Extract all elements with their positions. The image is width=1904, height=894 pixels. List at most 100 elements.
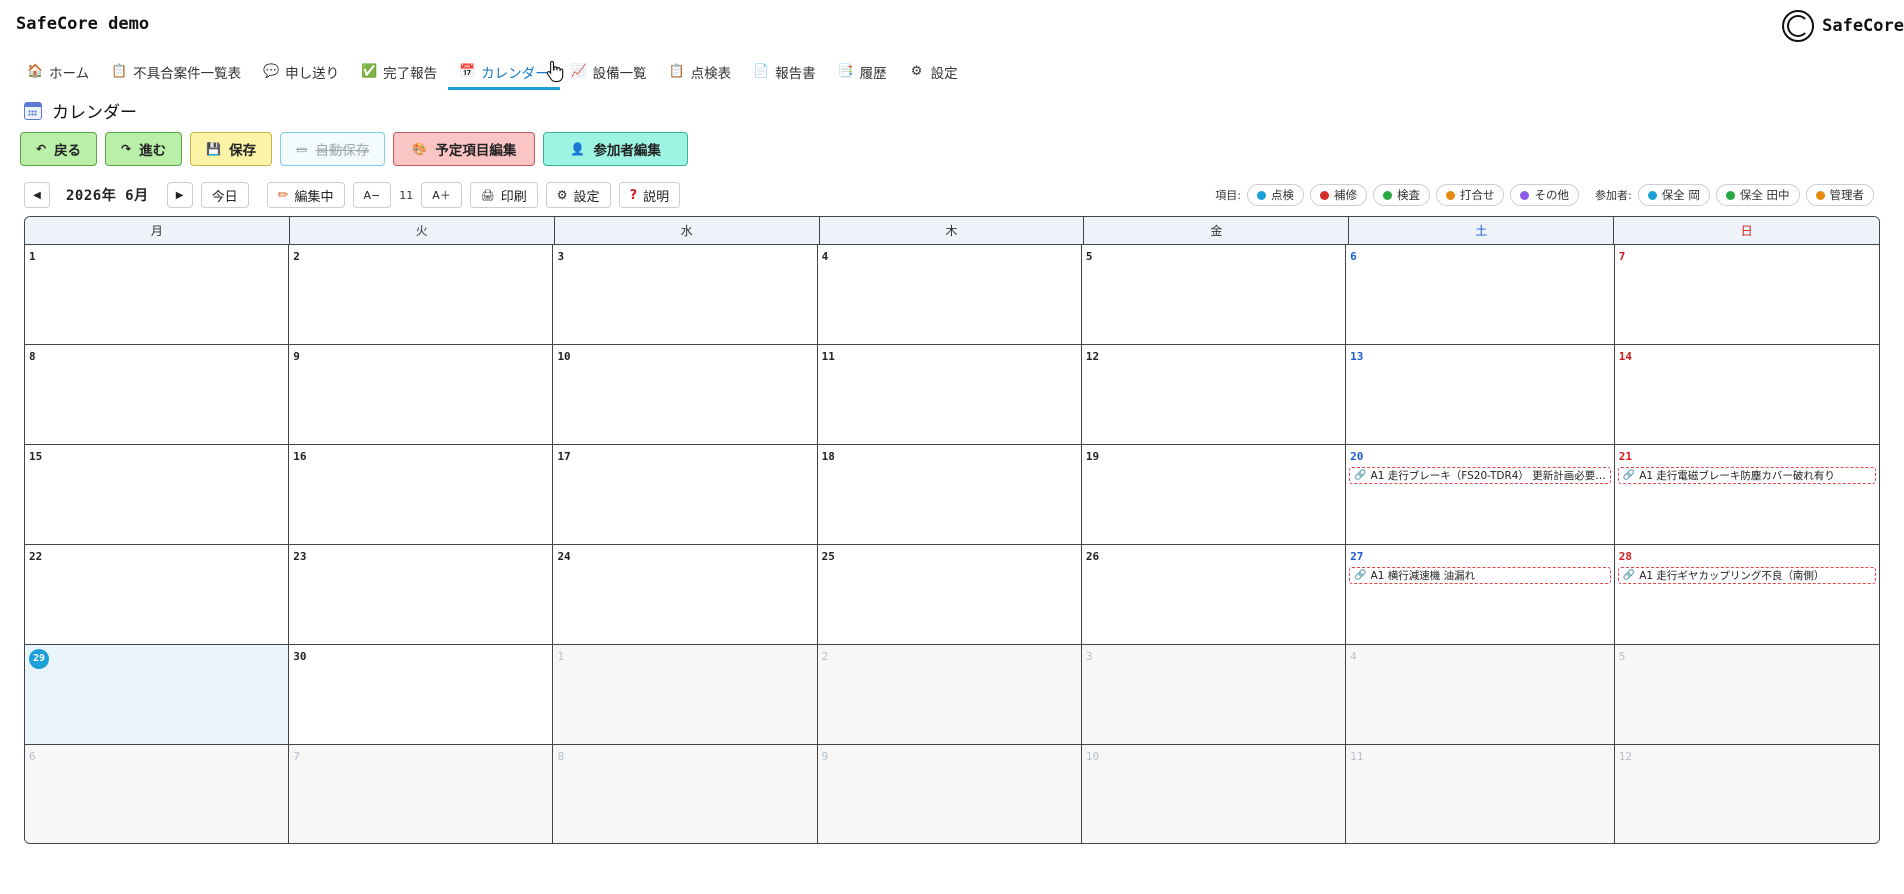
- edit-participants-button[interactable]: 👤 参加者編集: [543, 132, 688, 166]
- calendar-event[interactable]: 🔗 A1 横行減速機 油漏れ: [1349, 567, 1611, 584]
- today-button[interactable]: 今日: [200, 182, 249, 208]
- day-cell[interactable]: 9: [817, 745, 1082, 843]
- nav-tab-4[interactable]: 📅 カレンダー: [448, 56, 560, 90]
- participant-chip[interactable]: 保全 岡: [1637, 184, 1710, 206]
- day-cell[interactable]: 2: [289, 245, 554, 345]
- day-number-text: 8: [29, 350, 36, 363]
- nav-tab-9[interactable]: ⚙ 設定: [898, 56, 969, 90]
- day-cell[interactable]: 11: [817, 345, 1082, 445]
- day-number-text: 12: [1085, 350, 1100, 363]
- day-cell[interactable]: 1: [25, 245, 290, 345]
- day-cell[interactable]: 5: [1081, 245, 1347, 345]
- day-number: 8: [556, 749, 813, 765]
- day-cell[interactable]: 22: [25, 545, 290, 645]
- nav-tab-2[interactable]: 💬 申し送り: [252, 56, 350, 90]
- edit-schedule-items-button[interactable]: 🎨 予定項目編集: [393, 132, 536, 166]
- day-cell[interactable]: 17: [553, 445, 818, 545]
- day-number-text: 20: [1350, 450, 1364, 463]
- day-cell[interactable]: 25: [817, 545, 1082, 645]
- calendar-icon: [24, 101, 42, 120]
- day-cell[interactable]: 9: [289, 345, 554, 445]
- day-cell[interactable]: 5: [1614, 645, 1879, 745]
- day-cell[interactable]: 18: [817, 445, 1082, 545]
- settings-button[interactable]: ⚙ 設定: [545, 182, 611, 208]
- day-cell[interactable]: 12: [1614, 745, 1879, 843]
- day-cell[interactable]: 26: [1081, 545, 1347, 645]
- nav-tab-5[interactable]: 📈 設備一覧: [560, 56, 658, 90]
- forward-button[interactable]: ↷ 進む: [105, 132, 183, 166]
- font-increase-button[interactable]: A＋: [421, 182, 462, 208]
- day-cell[interactable]: 23: [289, 545, 554, 645]
- calendar-event[interactable]: 🔗 A1 走行電磁ブレーキ防塵カバー破れ有り: [1617, 467, 1876, 484]
- day-cell[interactable]: 10: [1081, 745, 1347, 843]
- calendar-event[interactable]: 🔗 A1 走行ギヤカップリング不良（南側）: [1617, 567, 1876, 584]
- day-cell[interactable]: 10: [553, 345, 818, 445]
- day-cell[interactable]: 4: [817, 245, 1082, 345]
- day-cell[interactable]: 8: [25, 345, 290, 445]
- day-cell[interactable]: 7: [1614, 245, 1879, 345]
- prev-month-button[interactable]: ◀: [24, 182, 50, 208]
- day-cell[interactable]: 28 🔗 A1 走行ギヤカップリング不良（南側）: [1614, 545, 1879, 645]
- weekday-header-cell: 金: [1084, 217, 1350, 244]
- participant-chip[interactable]: 保全 田中: [1715, 184, 1800, 206]
- day-cell[interactable]: 16: [289, 445, 554, 545]
- item-type-chip[interactable]: その他: [1510, 184, 1579, 206]
- next-month-button[interactable]: ▶: [166, 182, 193, 208]
- day-cell[interactable]: 30: [289, 645, 554, 745]
- nav-tab-icon: ⚙: [910, 64, 923, 79]
- item-type-chip[interactable]: 検査: [1372, 184, 1430, 206]
- nav-tab-0[interactable]: 🏠 ホーム: [16, 56, 100, 90]
- day-cell[interactable]: 8: [553, 745, 818, 843]
- day-cell[interactable]: 12: [1081, 345, 1347, 445]
- save-button[interactable]: 💾 保存: [190, 132, 273, 166]
- day-cell[interactable]: 13: [1346, 345, 1615, 445]
- day-cell[interactable]: 20 🔗 A1 走行ブレーキ（FS20-TDR4） 更新計画必要…: [1346, 445, 1615, 545]
- day-number-text: 26: [1085, 550, 1100, 563]
- day-cell[interactable]: 21 🔗 A1 走行電磁ブレーキ防塵カバー破れ有り: [1614, 445, 1879, 545]
- item-type-chip-label: 検査: [1396, 188, 1420, 202]
- nav-tab-7[interactable]: 📄 報告書: [742, 56, 827, 90]
- day-number: 18: [821, 449, 1078, 465]
- day-number: 29: [28, 649, 285, 669]
- nav-tab-8[interactable]: 📑 履歴: [827, 56, 898, 90]
- font-decrease-button[interactable]: A−: [352, 182, 392, 208]
- day-cell[interactable]: 1: [553, 645, 818, 745]
- day-cell[interactable]: 7: [289, 745, 554, 843]
- print-button[interactable]: 🖨 印刷: [469, 182, 538, 208]
- day-cell[interactable]: 3: [553, 245, 818, 345]
- weekday-header-cell: 土: [1349, 217, 1615, 244]
- pencil-icon: ✏: [277, 187, 289, 203]
- day-cell[interactable]: 27 🔗 A1 横行減速機 油漏れ: [1346, 545, 1615, 645]
- day-cell[interactable]: 3: [1081, 645, 1347, 745]
- item-type-chip[interactable]: 補修: [1309, 184, 1367, 206]
- help-button[interactable]: ? 説明: [618, 182, 681, 208]
- day-cell[interactable]: 19: [1081, 445, 1347, 545]
- autosave-button[interactable]: ▭ 自動保存: [280, 132, 386, 166]
- day-cell[interactable]: 11: [1346, 745, 1615, 843]
- day-cell[interactable]: 14: [1614, 345, 1879, 445]
- edit-mode-button[interactable]: ✏ 編集中: [266, 182, 345, 208]
- day-number-text: 1: [29, 250, 36, 263]
- day-cell[interactable]: 15: [25, 445, 290, 545]
- day-cell[interactable]: 4: [1346, 645, 1615, 745]
- day-number: 4: [1349, 649, 1611, 665]
- day-cell[interactable]: 24: [553, 545, 818, 645]
- nav-tab-label: 申し送り: [285, 65, 340, 82]
- item-type-chip[interactable]: 打合せ: [1435, 184, 1505, 206]
- edit-mode-label: 編集中: [294, 189, 334, 205]
- nav-tab-icon: 💬: [263, 64, 280, 79]
- item-type-chip[interactable]: 点検: [1246, 184, 1304, 206]
- participant-chip[interactable]: 管理者: [1805, 184, 1874, 206]
- nav-tab-3[interactable]: ✅ 完了報告: [350, 56, 448, 90]
- day-cell[interactable]: 6: [1346, 245, 1615, 345]
- nav-tab-1[interactable]: 📋 不具合案件一覧表: [100, 56, 252, 90]
- nav-tab-6[interactable]: 📋 点検表: [658, 56, 743, 90]
- day-cell[interactable]: 2: [817, 645, 1082, 745]
- calendar-event[interactable]: 🔗 A1 走行ブレーキ（FS20-TDR4） 更新計画必要…: [1349, 467, 1611, 484]
- day-cell[interactable]: 6: [25, 745, 290, 843]
- palette-icon: 🎨: [412, 142, 428, 156]
- back-button[interactable]: ↶ 戻る: [20, 132, 98, 166]
- day-cell-today[interactable]: 29: [25, 645, 290, 745]
- day-number-text: 10: [557, 350, 571, 363]
- day-number: 19: [1085, 449, 1342, 465]
